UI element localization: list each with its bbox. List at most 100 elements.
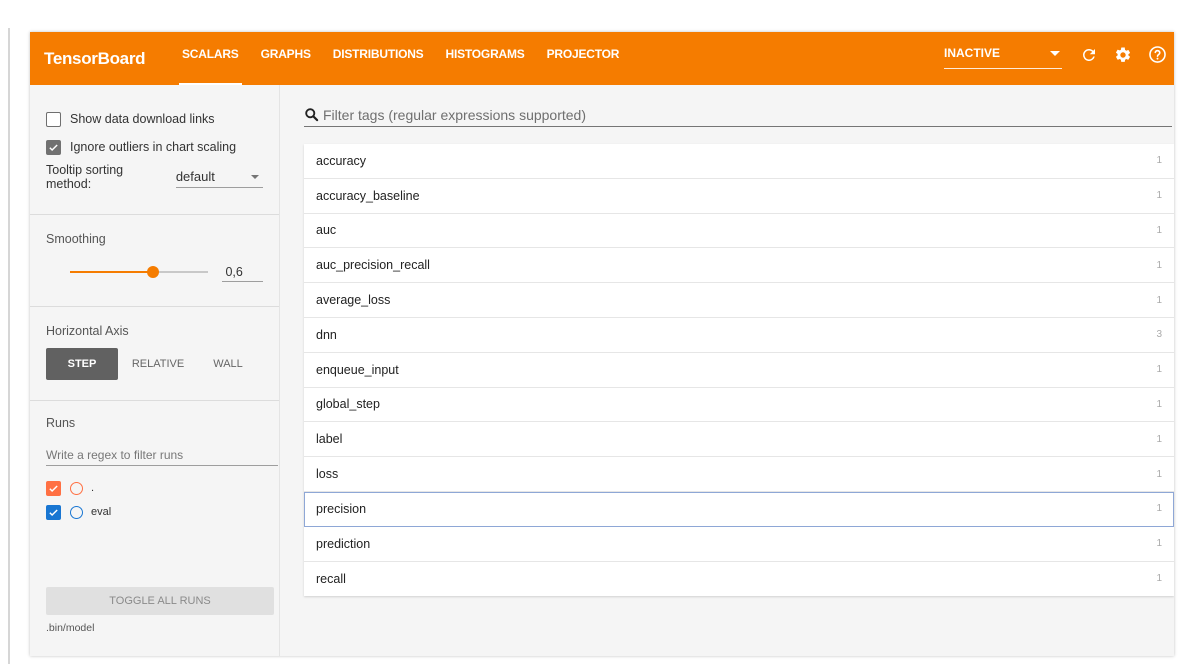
top-toolbar: TensorBoard SCALARS GRAPHS DISTRIBUTIONS… — [30, 32, 1174, 85]
tooltip-sorting-label: Tooltip sorting method: — [46, 163, 124, 191]
sidebar: Show data download links Ignore outliers… — [30, 85, 280, 656]
run-name: eval — [91, 506, 112, 518]
tag-count: 3 — [1156, 329, 1162, 341]
axis-wall-button[interactable]: WALL — [198, 348, 258, 380]
tab-scalars[interactable]: SCALARS — [179, 32, 242, 85]
tag-filter-input[interactable]: Filter tags (regular expressions support… — [304, 103, 1172, 127]
tag-count: 1 — [1156, 155, 1162, 167]
window-edge — [8, 28, 10, 664]
tag-row-precision[interactable]: precision 1 — [304, 491, 1174, 527]
log-directory: .bin/model — [46, 622, 95, 634]
horizontal-axis-section: Horizontal Axis STEP RELATIVE WALL — [30, 307, 279, 401]
tag-count: 1 — [1156, 224, 1162, 236]
tag-name: label — [316, 432, 343, 447]
axis-relative-button[interactable]: RELATIVE — [118, 348, 198, 380]
tab-graphs[interactable]: GRAPHS — [261, 32, 311, 85]
tag-name: average_loss — [316, 293, 391, 308]
smoothing-value-input[interactable]: 0,6 — [222, 262, 263, 282]
app-brand[interactable]: TensorBoard — [44, 49, 182, 69]
tag-row-auc[interactable]: auc 1 — [304, 214, 1174, 249]
smoothing-slider[interactable] — [70, 266, 209, 278]
run-color-circle-icon — [70, 505, 83, 519]
horizontal-axis-options: STEP RELATIVE WALL — [46, 348, 263, 380]
tag-row-accuracy-baseline[interactable]: accuracy_baseline 1 — [304, 179, 1174, 214]
show-download-links-label: Show data download links — [70, 112, 215, 126]
runs-label: Runs — [46, 416, 76, 430]
checkmark-icon — [49, 143, 58, 151]
tag-count: 1 — [1156, 468, 1162, 480]
tag-name: auc_precision_recall — [316, 258, 430, 273]
runs-list: . eval — [46, 476, 263, 524]
ignore-outliers-label: Ignore outliers in chart scaling — [70, 140, 237, 154]
dashboard-tabs: SCALARS GRAPHS DISTRIBUTIONS HISTOGRAMS … — [179, 32, 641, 85]
inactive-dropdown-label: INACTIVE — [944, 46, 1001, 60]
tag-name: auc — [316, 223, 337, 238]
tab-projector[interactable]: PROJECTOR — [547, 32, 620, 85]
tag-row-prediction[interactable]: prediction 1 — [304, 527, 1174, 562]
runs-section: Runs Write a regex to filter runs . eval — [30, 401, 279, 524]
tag-count: 1 — [1156, 398, 1162, 410]
inactive-dashboards-dropdown[interactable]: INACTIVE — [944, 41, 1062, 69]
tag-count: 1 — [1156, 503, 1162, 515]
tag-name: dnn — [316, 327, 337, 342]
toolbar-actions: INACTIVE — [944, 32, 1174, 85]
tag-row-loss[interactable]: loss 1 — [304, 457, 1174, 492]
tag-name: accuracy — [316, 153, 367, 168]
chevron-down-icon — [1050, 50, 1060, 56]
settings-icon[interactable] — [1112, 44, 1134, 66]
tag-row-average-loss[interactable]: average_loss 1 — [304, 283, 1174, 318]
tag-row-recall[interactable]: recall 1 — [304, 562, 1174, 597]
axis-step-button[interactable]: STEP — [46, 348, 118, 380]
smoothing-slider-fill — [70, 271, 154, 273]
help-icon[interactable] — [1146, 44, 1168, 66]
run-name: . — [91, 482, 95, 494]
chevron-down-icon — [251, 174, 259, 179]
tag-count: 1 — [1156, 364, 1162, 376]
run-color-circle-icon — [70, 481, 83, 495]
tag-filter-placeholder: Filter tags (regular expressions support… — [323, 106, 587, 123]
show-download-links-checkbox[interactable] — [46, 111, 61, 127]
smoothing-slider-row: 0,6 — [46, 256, 263, 288]
search-icon — [305, 108, 319, 122]
tag-count: 1 — [1156, 538, 1162, 550]
tab-distributions[interactable]: DISTRIBUTIONS — [333, 32, 424, 85]
tag-list: accuracy 1 accuracy_baseline 1 auc 1 auc_pr… — [304, 144, 1174, 597]
tensorboard-app: TensorBoard SCALARS GRAPHS DISTRIBUTIONS… — [30, 32, 1174, 656]
refresh-icon[interactable] — [1078, 44, 1100, 66]
tag-name: global_step — [316, 397, 380, 412]
run-checkbox[interactable] — [46, 480, 61, 496]
smoothing-slider-thumb[interactable] — [147, 266, 160, 278]
tag-name: accuracy_baseline — [316, 188, 420, 203]
sidebar-options-section: Show data download links Ignore outliers… — [30, 85, 279, 215]
screenshot-frame: TensorBoard SCALARS GRAPHS DISTRIBUTIONS… — [0, 0, 1182, 664]
runs-filter-input[interactable]: Write a regex to filter runs — [46, 444, 278, 466]
toggle-all-runs-button[interactable]: TOGGLE ALL RUNS — [46, 587, 274, 615]
run-item[interactable]: . — [46, 476, 263, 500]
tag-row-auc-precision-recall[interactable]: auc_precision_recall 1 — [304, 248, 1174, 284]
ignore-outliers-option[interactable]: Ignore outliers in chart scaling — [46, 133, 263, 161]
main-content: Filter tags (regular expressions support… — [280, 85, 1174, 656]
run-checkbox[interactable] — [46, 504, 61, 520]
tag-row-enqueue-input[interactable]: enqueue_input 1 — [304, 353, 1174, 388]
tag-row-label[interactable]: label 1 — [304, 422, 1174, 458]
checkmark-icon — [49, 508, 58, 516]
run-item[interactable]: eval — [46, 500, 263, 524]
show-download-links-option[interactable]: Show data download links — [46, 105, 263, 133]
tag-count: 1 — [1156, 433, 1162, 445]
tag-count: 1 — [1156, 294, 1162, 306]
tag-row-dnn[interactable]: dnn 3 — [304, 318, 1174, 353]
horizontal-axis-label: Horizontal Axis — [46, 324, 129, 338]
tag-row-global-step[interactable]: global_step 1 — [304, 388, 1174, 423]
tag-name: enqueue_input — [316, 362, 399, 377]
tag-name: recall — [316, 571, 346, 586]
ignore-outliers-checkbox[interactable] — [46, 139, 61, 155]
tag-name: loss — [316, 467, 339, 482]
smoothing-section: Smoothing 0,6 — [30, 215, 279, 307]
tag-name: precision — [316, 501, 367, 516]
tooltip-sorting-row: Tooltip sorting method: default — [46, 161, 263, 193]
tag-row-accuracy[interactable]: accuracy 1 — [304, 144, 1174, 179]
tab-histograms[interactable]: HISTOGRAMS — [445, 32, 524, 85]
checkmark-icon — [49, 484, 58, 492]
tag-count: 1 — [1156, 190, 1162, 202]
tooltip-sorting-dropdown[interactable]: default — [175, 166, 263, 188]
